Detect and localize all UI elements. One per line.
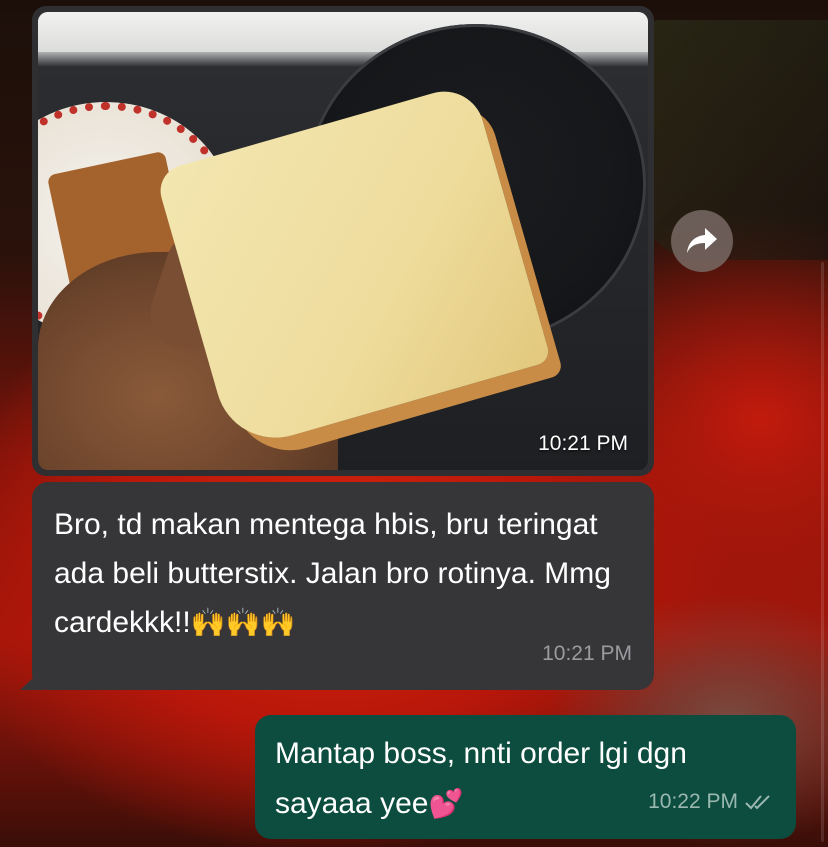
forward-arrow-icon [687,228,717,253]
outgoing-message-meta: 10:22 PM [648,777,774,827]
message-photo[interactable]: 10:21 PM [38,12,648,470]
outgoing-text-bubble[interactable]: Mantap boss, nnti order lgi dgn sayaaa y… [255,715,796,839]
outgoing-message-time: 10:22 PM [648,790,738,813]
incoming-message-text: Bro, td makan mentega hbis, bru teringat… [54,508,611,639]
outgoing-message-text: Mantap boss, nnti order lgi dgn sayaaa y… [275,737,687,820]
forward-button[interactable] [671,210,733,272]
image-message-time: 10:21 PM [538,432,628,455]
double-check-icon [745,795,770,810]
raising-hands-emoji: 🙌🙌🙌 [190,607,296,638]
incoming-message-time: 10:21 PM [542,642,632,665]
two-hearts-emoji: 💕 [428,788,464,819]
scrollbar[interactable] [821,262,824,842]
image-message-bubble[interactable]: 10:21 PM [32,6,654,476]
incoming-text-bubble[interactable]: Bro, td makan mentega hbis, bru teringat… [32,482,654,690]
